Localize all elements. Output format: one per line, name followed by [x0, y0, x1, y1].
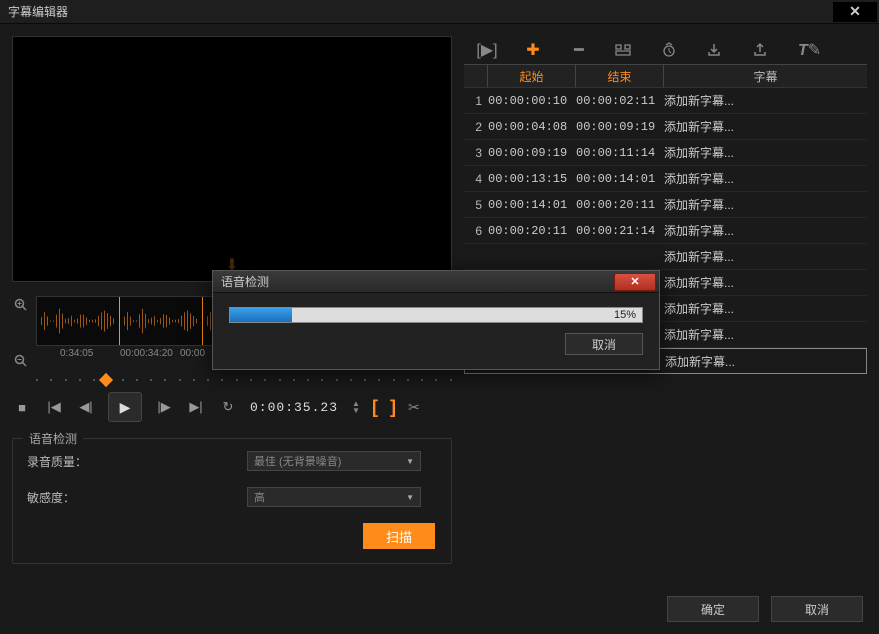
row-end: 00:00:14:01 — [576, 172, 664, 186]
row-end: 00:00:20:11 — [576, 198, 664, 212]
progress-bar: 15% — [229, 307, 643, 323]
cut-button[interactable]: ✂ — [408, 399, 420, 416]
window-close-button[interactable]: ✕ — [833, 2, 877, 22]
row-start: 00:00:13:15 — [488, 172, 576, 186]
table-row[interactable]: 600:00:20:1100:00:21:14添加新字幕... — [464, 218, 867, 244]
row-start: 00:00:04:08 — [488, 120, 576, 134]
quality-label: 录音质量： — [27, 453, 117, 470]
row-text: 添加新字幕... — [664, 300, 867, 317]
row-text: 添加新字幕... — [664, 196, 867, 213]
dialog-close-button[interactable]: ✕ — [614, 273, 656, 291]
row-num: 5 — [468, 198, 488, 212]
col-end[interactable]: 结束 — [576, 65, 664, 87]
slider-thumb[interactable] — [99, 373, 113, 387]
ok-button[interactable]: 确定 — [667, 596, 759, 622]
subtitle-toolbar: [▶] ✚ ━ T✎ — [464, 36, 867, 64]
text-style-button[interactable]: T✎ — [798, 40, 820, 60]
row-text: 添加新字幕... — [664, 118, 867, 135]
row-end: 00:00:21:14 — [576, 224, 664, 238]
cancel-button[interactable]: 取消 — [771, 596, 863, 622]
loop-button[interactable]: ↻ — [218, 397, 238, 417]
video-preview[interactable]: ⬇ — [12, 36, 452, 282]
sensitivity-label: 敏感度： — [27, 489, 117, 506]
row-text: 添加新字幕... — [664, 144, 867, 161]
scan-button[interactable]: 扫描 — [363, 523, 435, 549]
voice-detect-legend: 语音检测 — [23, 430, 83, 447]
window-title: 字幕编辑器 — [8, 3, 68, 20]
timecode-spinner[interactable]: ▲▼ — [352, 400, 360, 414]
export-button[interactable] — [752, 42, 774, 58]
merge-button[interactable] — [614, 42, 636, 58]
col-subtitle[interactable]: 字幕 — [664, 65, 867, 87]
row-start: 00:00:20:11 — [488, 224, 576, 238]
timeline-slider[interactable] — [36, 376, 452, 384]
quality-select[interactable]: 最佳 (无背景噪音)▼ — [247, 451, 421, 471]
stop-button[interactable]: ■ — [12, 397, 32, 417]
row-text: 添加新字幕... — [664, 326, 867, 343]
transport-bar: ■ |◀ ◀| ▶ |▶ ▶| ↻ 0:00:35.23 ▲▼ [ ] ✂ — [12, 392, 452, 422]
auto-time-button[interactable] — [660, 42, 682, 58]
table-row[interactable]: 100:00:00:1000:00:02:11添加新字幕... — [464, 88, 867, 114]
table-row[interactable]: 200:00:04:0800:00:09:19添加新字幕... — [464, 114, 867, 140]
mark-out-button[interactable]: ] — [390, 397, 396, 418]
row-start: 00:00:09:19 — [488, 146, 576, 160]
col-start[interactable]: 起始 — [488, 65, 576, 87]
row-num: 4 — [468, 172, 488, 186]
footer: 确定 取消 — [667, 596, 863, 622]
row-start: 00:00:00:10 — [488, 94, 576, 108]
row-text: 添加新字幕... — [664, 222, 867, 239]
table-row[interactable]: 添加新字幕... — [464, 244, 867, 270]
play-button[interactable]: ▶ — [108, 392, 142, 422]
row-text: 添加新字幕... — [664, 170, 867, 187]
table-row[interactable]: 300:00:09:1900:00:11:14添加新字幕... — [464, 140, 867, 166]
voice-detect-panel: 语音检测 录音质量： 最佳 (无背景噪音)▼ 敏感度： 高▼ 扫描 — [12, 438, 452, 564]
play-bracket-icon[interactable]: [▶] — [476, 40, 498, 60]
row-text: 添加新字幕... — [664, 248, 867, 265]
row-start: 00:00:14:01 — [488, 198, 576, 212]
mark-in-button[interactable]: [ — [372, 397, 378, 418]
row-text: 添加新字幕... — [664, 274, 867, 291]
add-subtitle-button[interactable]: ✚ — [522, 40, 544, 60]
table-row[interactable]: 500:00:14:0100:00:20:11添加新字幕... — [464, 192, 867, 218]
row-end: 00:00:11:14 — [576, 146, 664, 160]
table-row[interactable]: 400:00:13:1500:00:14:01添加新字幕... — [464, 166, 867, 192]
row-text: 添加新字幕... — [665, 353, 866, 370]
next-button[interactable]: ▶| — [186, 397, 206, 417]
dialog-cancel-button[interactable]: 取消 — [565, 333, 643, 355]
import-button[interactable] — [706, 42, 728, 58]
step-fwd-button[interactable]: |▶ — [154, 397, 174, 417]
grid-header: 起始 结束 字幕 — [464, 64, 867, 88]
row-num: 6 — [468, 224, 488, 238]
progress-dialog: 语音检测 ✕ 15% 取消 — [212, 270, 660, 370]
timecode-display[interactable]: 0:00:35.23 — [250, 400, 338, 415]
row-end: 00:00:02:11 — [576, 94, 664, 108]
titlebar: 字幕编辑器 ✕ — [0, 0, 879, 24]
dialog-title: 语音检测 — [221, 273, 269, 290]
row-text: 添加新字幕... — [664, 92, 867, 109]
row-num: 3 — [468, 146, 488, 160]
row-num: 1 — [468, 94, 488, 108]
sensitivity-select[interactable]: 高▼ — [247, 487, 421, 507]
row-num: 2 — [468, 120, 488, 134]
step-back-button[interactable]: ◀| — [76, 397, 96, 417]
progress-text: 15% — [614, 309, 636, 321]
zoom-in-button[interactable] — [12, 296, 30, 314]
prev-button[interactable]: |◀ — [44, 397, 64, 417]
row-end: 00:00:09:19 — [576, 120, 664, 134]
zoom-out-button[interactable] — [12, 352, 30, 370]
remove-subtitle-button[interactable]: ━ — [568, 40, 590, 60]
